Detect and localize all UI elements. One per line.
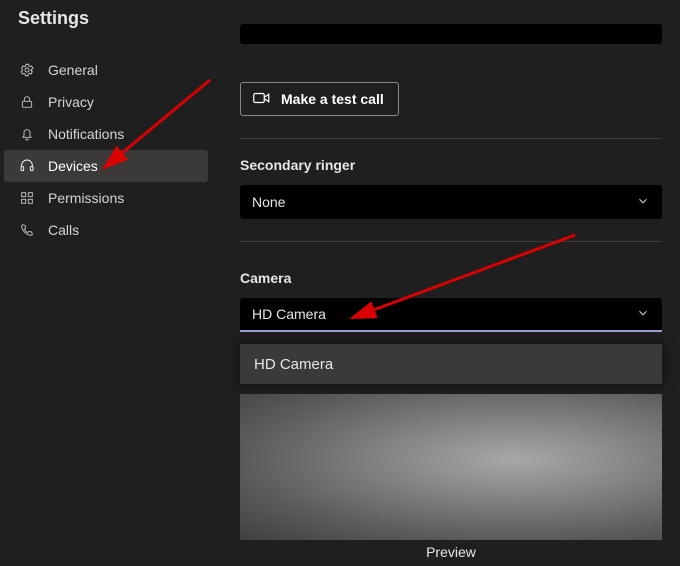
camera-dropdown-value: HD Camera — [252, 306, 326, 322]
phone-icon — [18, 222, 36, 238]
settings-sidebar: General Privacy Notifications Devices Pe… — [4, 54, 208, 246]
make-test-call-button[interactable]: Make a test call — [240, 82, 399, 116]
lock-icon — [18, 94, 36, 110]
headset-icon — [18, 158, 36, 174]
camera-preview-label: Preview — [240, 544, 662, 560]
secondary-ringer-dropdown[interactable]: None — [240, 185, 662, 219]
sidebar-item-label: Devices — [48, 158, 98, 174]
sidebar-item-label: Calls — [48, 222, 79, 238]
camera-dropdown-options: HD Camera — [240, 344, 662, 384]
camera-option[interactable]: HD Camera — [240, 344, 662, 384]
speaker-dropdown-truncated[interactable] — [240, 24, 662, 44]
apps-icon — [18, 190, 36, 206]
test-call-icon — [253, 91, 271, 108]
camera-dropdown[interactable]: HD Camera — [240, 298, 662, 332]
secondary-ringer-value: None — [252, 194, 285, 210]
make-test-call-label: Make a test call — [281, 91, 384, 107]
sidebar-item-permissions[interactable]: Permissions — [4, 182, 208, 214]
sidebar-item-devices[interactable]: Devices — [4, 150, 208, 182]
camera-label: Camera — [240, 270, 662, 286]
sidebar-item-privacy[interactable]: Privacy — [4, 86, 208, 118]
chevron-down-icon — [636, 306, 650, 323]
settings-content: Make a test call Secondary ringer None C… — [240, 24, 662, 566]
bell-icon — [18, 126, 36, 142]
secondary-ringer-label: Secondary ringer — [240, 157, 662, 173]
gear-icon — [18, 62, 36, 78]
sidebar-item-label: General — [48, 62, 98, 78]
sidebar-item-label: Privacy — [48, 94, 94, 110]
camera-preview — [240, 394, 662, 540]
sidebar-item-label: Permissions — [48, 190, 124, 206]
sidebar-item-calls[interactable]: Calls — [4, 214, 208, 246]
page-title: Settings — [18, 8, 89, 29]
sidebar-item-general[interactable]: General — [4, 54, 208, 86]
chevron-down-icon — [636, 194, 650, 211]
sidebar-item-notifications[interactable]: Notifications — [4, 118, 208, 150]
section-divider — [240, 241, 662, 242]
section-divider — [240, 138, 662, 139]
sidebar-item-label: Notifications — [48, 126, 124, 142]
